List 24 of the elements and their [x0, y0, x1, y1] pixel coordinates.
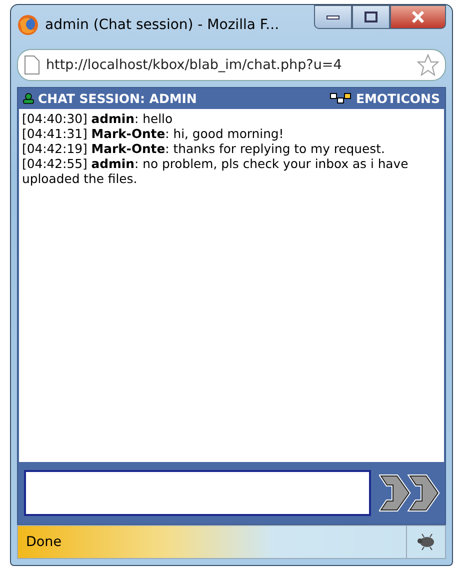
maximize-icon — [364, 11, 378, 23]
window-title: admin (Chat session) - Mozilla F... — [45, 17, 280, 33]
close-button[interactable] — [390, 5, 446, 29]
double-arrow-icon — [379, 472, 441, 514]
emoticons-link[interactable]: EMOTICONS — [356, 91, 440, 106]
globe-icon — [17, 14, 39, 36]
maximize-button[interactable] — [352, 5, 390, 29]
chat-message: [04:42:19] Mark-Onte: thanks for replying to my request. — [22, 141, 386, 156]
close-icon — [411, 11, 425, 23]
bug-icon[interactable] — [416, 533, 436, 551]
message-input[interactable] — [24, 470, 371, 516]
status-text: Done — [25, 534, 63, 550]
send-button[interactable] — [379, 472, 441, 514]
chat-message: [04:42:55] admin: no problem, pls check your inbox as i have uploaded the files. — [22, 156, 410, 186]
chat-session-title: CHAT SESSION: ADMIN — [38, 91, 197, 106]
page-icon — [24, 55, 40, 75]
minimize-icon — [326, 14, 340, 20]
emoticons-icon — [330, 93, 352, 104]
user-icon — [23, 93, 34, 104]
address-bar[interactable]: http://localhost/kbox/blab_im/chat.php?u=4 — [17, 49, 446, 81]
chat-message: [04:40:30] admin: hello — [22, 111, 174, 126]
chat-message: [04:41:31] Mark-Onte: hi, good morning! — [22, 126, 285, 141]
star-icon[interactable] — [417, 54, 439, 76]
minimize-button[interactable] — [314, 5, 352, 29]
